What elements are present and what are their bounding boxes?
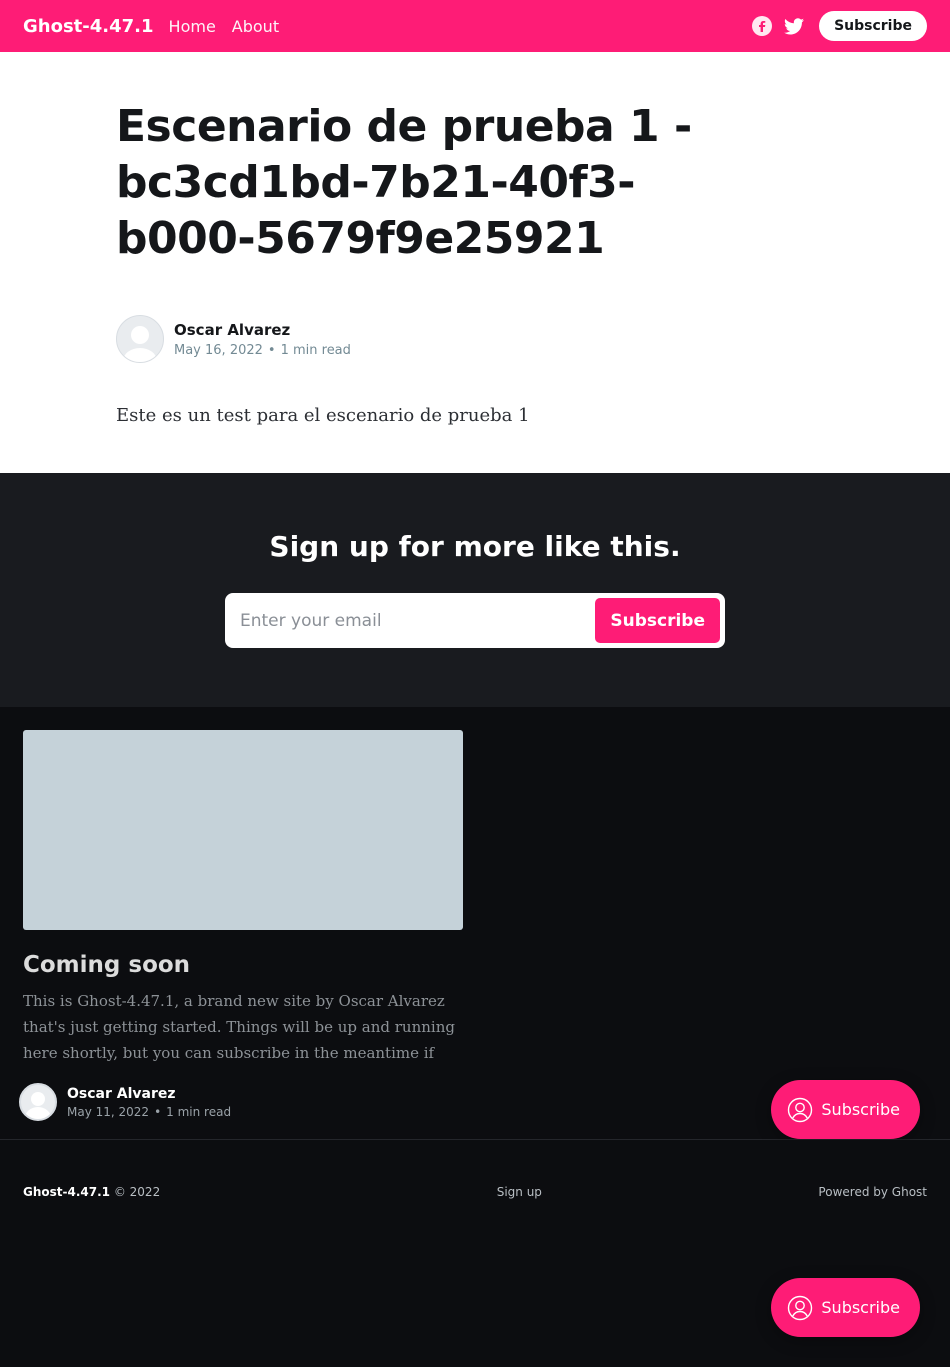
author-name[interactable]: Oscar Alvarez <box>174 321 351 339</box>
footer-copyright: Ghost-4.47.1 © 2022 <box>23 1185 160 1199</box>
article: Escenario de prueba 1 - bc3cd1bd-7b21-40… <box>0 52 950 473</box>
site-title-link[interactable]: Ghost-4.47.1 <box>23 16 154 37</box>
powered-by-link[interactable]: Powered by Ghost <box>818 1185 927 1199</box>
signup-subscribe-button[interactable]: Subscribe <box>595 598 720 643</box>
post-card[interactable]: Coming soon This is Ghost-4.47.1, a bran… <box>19 730 463 1121</box>
email-input[interactable] <box>240 610 596 631</box>
post-card-byline: Oscar Alvarez May 11, 2022 • 1 min read <box>19 1083 463 1121</box>
read-time: 1 min read <box>280 342 351 358</box>
article-meta: May 16, 2022 • 1 min read <box>174 343 351 358</box>
post-card-excerpt: This is Ghost-4.47.1, a brand new site b… <box>23 992 455 1062</box>
post-read-time: 1 min read <box>166 1104 232 1119</box>
site-header: Ghost-4.47.1 Home About Subscribe <box>0 0 950 52</box>
author-avatar[interactable] <box>116 315 164 363</box>
signup-form: Subscribe <box>225 593 725 648</box>
post-author-avatar[interactable] <box>19 1083 57 1121</box>
post-card-title[interactable]: Coming soon <box>23 952 463 978</box>
article-title: Escenario de prueba 1 - bc3cd1bd-7b21-40… <box>116 101 692 264</box>
footer-brand[interactable]: Ghost-4.47.1 <box>23 1185 110 1199</box>
post-feed: Coming soon This is Ghost-4.47.1, a bran… <box>0 707 950 1140</box>
floating-subscribe-button-portal[interactable]: Subscribe <box>771 1278 920 1337</box>
post-meta-separator: • <box>154 1104 162 1119</box>
copyright-text: © 2022 <box>113 1185 161 1199</box>
floating-subscribe-button[interactable]: Subscribe <box>771 1080 920 1139</box>
post-author-name[interactable]: Oscar Alvarez <box>67 1086 231 1102</box>
twitter-icon[interactable] <box>783 15 805 37</box>
meta-separator: • <box>267 342 276 358</box>
publish-date: May 16, 2022 <box>174 342 263 358</box>
footer-signup-link[interactable]: Sign up <box>497 1185 542 1199</box>
signup-section: Sign up for more like this. Subscribe <box>0 473 950 707</box>
article-body: Este es un test para el escenario de pru… <box>116 405 530 426</box>
signup-title: Sign up for more like this. <box>269 530 681 563</box>
header-subscribe-button[interactable]: Subscribe <box>819 11 927 41</box>
user-circle-icon <box>788 1295 813 1320</box>
nav-about-link[interactable]: About <box>232 17 279 36</box>
post-card-meta: May 11, 2022 • 1 min read <box>67 1105 231 1119</box>
nav-home-link[interactable]: Home <box>169 17 216 36</box>
article-byline: Oscar Alvarez May 16, 2022 • 1 min read <box>116 315 834 363</box>
facebook-icon[interactable] <box>751 15 773 37</box>
user-circle-icon <box>788 1097 813 1122</box>
floating-subscribe-label: Subscribe <box>821 1298 900 1317</box>
post-date: May 11, 2022 <box>67 1104 150 1119</box>
floating-subscribe-label: Subscribe <box>821 1100 900 1119</box>
site-footer: Ghost-4.47.1 © 2022 Sign up Powered by G… <box>0 1140 950 1367</box>
header-actions: Subscribe <box>751 11 927 41</box>
post-card-image[interactable] <box>23 730 463 930</box>
